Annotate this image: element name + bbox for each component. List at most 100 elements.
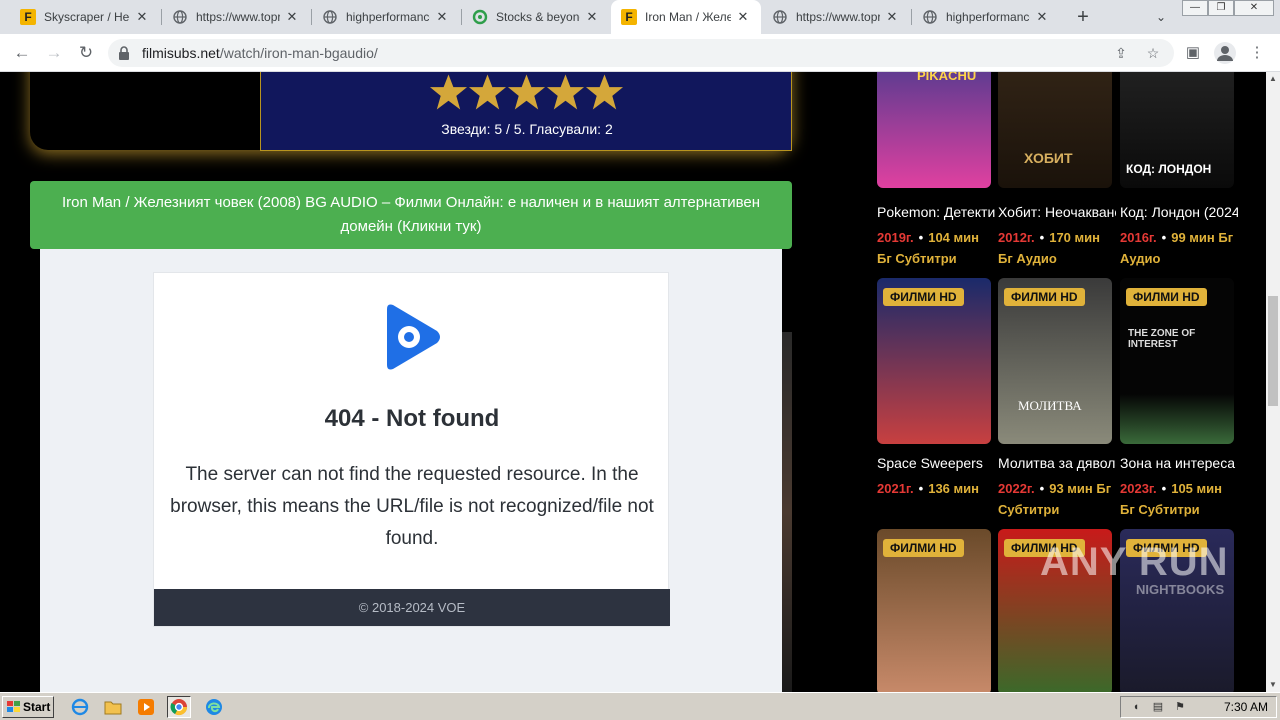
start-label: Start bbox=[23, 700, 51, 714]
close-icon[interactable]: ✕ bbox=[884, 9, 900, 25]
system-tray: ◖ ▤ ⚑ 7:30 AM bbox=[1120, 696, 1277, 718]
restore-button[interactable]: ❐ bbox=[1208, 0, 1234, 16]
menu-kebab-icon[interactable]: ⋮ bbox=[1246, 42, 1268, 64]
error-footer: © 2018-2024 VOE bbox=[154, 589, 670, 626]
filmi-f-icon: F bbox=[621, 9, 637, 25]
close-icon[interactable]: ✕ bbox=[134, 9, 150, 25]
minimize-button[interactable]: — bbox=[1182, 0, 1208, 16]
folder-icon[interactable] bbox=[101, 696, 125, 718]
movie-title[interactable]: Код: Лондон (2024) bbox=[1120, 204, 1238, 220]
filmi-f-icon: F bbox=[20, 9, 36, 25]
voe-play-logo-icon bbox=[387, 304, 440, 370]
watermark-subtext: NIGHTBOOKS bbox=[1136, 582, 1225, 597]
windows-flag-icon bbox=[7, 701, 20, 712]
close-window-button[interactable]: ✕ bbox=[1234, 0, 1274, 16]
movie-poster[interactable]: ФИЛМИ HD bbox=[877, 529, 991, 692]
page-viewport: Звезди: 5 / 5. Гласували: 2 Iron Man / Ж… bbox=[0, 72, 1266, 692]
close-icon[interactable]: ✕ bbox=[735, 9, 751, 25]
tab-title: Stocks & beyond bbox=[496, 10, 580, 24]
alt-domain-notice[interactable]: Iron Man / Железният човек (2008) BG AUD… bbox=[30, 181, 792, 249]
error-card: 404 - Not found The server can not find … bbox=[153, 272, 670, 627]
rating-summary: Звезди: 5 / 5. Гласували: 2 bbox=[441, 121, 613, 137]
movie-title[interactable]: Хобит: Неочаквано пътешествие bbox=[998, 204, 1116, 220]
close-icon[interactable]: ✕ bbox=[284, 9, 300, 25]
forward-button[interactable]: → bbox=[42, 41, 66, 65]
tab-1[interactable]: F Skyscraper / Небостъргач ✕ bbox=[10, 0, 160, 34]
hd-badge: ФИЛМИ HD bbox=[883, 288, 964, 306]
page-scrollbar[interactable]: ▲ ▼ bbox=[1266, 72, 1280, 692]
browser-toolbar: ← → ↻ filmisubs.net/watch/iron-man-bgaud… bbox=[0, 34, 1280, 72]
video-embed: 404 - Not found The server can not find … bbox=[40, 249, 782, 692]
rating-box: Звезди: 5 / 5. Гласували: 2 bbox=[260, 72, 792, 151]
scroll-down-arrow-icon[interactable]: ▼ bbox=[1266, 678, 1280, 692]
tab-4[interactable]: Stocks & beyond ✕ bbox=[462, 0, 610, 34]
tab-title: https://www.topr bbox=[196, 10, 280, 24]
movie-meta: 2021г. • 136 мин bbox=[877, 481, 979, 496]
tab-2[interactable]: https://www.topr ✕ bbox=[162, 0, 310, 34]
star-icon[interactable] bbox=[507, 72, 546, 112]
media-player-icon[interactable] bbox=[134, 696, 158, 718]
close-icon[interactable]: ✕ bbox=[584, 9, 600, 25]
side-panel-icon[interactable]: ▣ bbox=[1182, 42, 1204, 64]
tab-title: Iron Man / Желез bbox=[645, 10, 731, 24]
profile-avatar-icon[interactable] bbox=[1214, 42, 1236, 64]
globe-icon bbox=[772, 9, 788, 25]
close-icon[interactable]: ✕ bbox=[1034, 9, 1050, 25]
globe-icon bbox=[322, 9, 338, 25]
hd-badge: ФИЛМИ HD bbox=[883, 539, 964, 557]
star-icon[interactable] bbox=[585, 72, 624, 112]
rating-stars[interactable] bbox=[429, 72, 624, 112]
hd-badge: ФИЛМИ HD bbox=[1126, 288, 1207, 306]
volume-icon[interactable]: ◖ bbox=[1129, 700, 1143, 714]
star-icon[interactable] bbox=[429, 72, 468, 112]
movie-poster[interactable]: ФИЛМИ HD THE ZONE OF INTEREST bbox=[1120, 278, 1234, 444]
globe-icon bbox=[922, 9, 938, 25]
movie-title[interactable]: Pokemon: Детектив Пикачу bbox=[877, 204, 995, 220]
tab-title: highperformanced bbox=[946, 10, 1030, 24]
bookmark-star-icon[interactable]: ☆ bbox=[1144, 44, 1162, 62]
movie-poster[interactable]: ФИЛМИ HD МОЛИТВА bbox=[998, 278, 1112, 444]
share-icon[interactable]: ⇪ bbox=[1112, 44, 1130, 62]
movie-poster[interactable]: PIKACHU bbox=[877, 72, 991, 188]
backdrop-strip bbox=[782, 332, 792, 692]
movie-title[interactable]: Space Sweepers bbox=[877, 455, 995, 471]
stocks-icon bbox=[472, 9, 488, 25]
hd-badge: ФИЛМИ HD bbox=[1004, 288, 1085, 306]
back-button[interactable]: ← bbox=[10, 41, 34, 65]
movie-meta: 2012г. • 170 мин Бг Аудио bbox=[998, 230, 1100, 266]
ie-icon[interactable] bbox=[68, 696, 92, 718]
network-icon[interactable]: ▤ bbox=[1151, 700, 1165, 714]
lock-icon bbox=[118, 45, 132, 61]
movie-meta: 2019г. • 104 мин Бг Субтитри bbox=[877, 230, 979, 266]
tab-7[interactable]: highperformanced ✕ bbox=[912, 0, 1060, 34]
start-button[interactable]: Start bbox=[2, 696, 54, 718]
close-icon[interactable]: ✕ bbox=[434, 9, 450, 25]
movie-meta: 2023г. • 105 мин Бг Субтитри bbox=[1120, 481, 1222, 517]
tab-6[interactable]: https://www.topr ✕ bbox=[762, 0, 910, 34]
star-icon[interactable] bbox=[468, 72, 507, 112]
flag-notification-icon[interactable]: ⚑ bbox=[1173, 700, 1187, 714]
movie-title[interactable]: Зона на интереса bbox=[1120, 455, 1238, 471]
tab-title: highperformanced bbox=[346, 10, 430, 24]
movie-poster[interactable]: ФИЛМИ HD bbox=[877, 278, 991, 444]
tab-search-chevron-icon[interactable]: ⌄ bbox=[1152, 8, 1170, 26]
clock: 7:30 AM bbox=[1223, 700, 1268, 714]
chrome-icon[interactable] bbox=[167, 696, 191, 718]
new-tab-button[interactable]: + bbox=[1072, 6, 1094, 28]
star-icon[interactable] bbox=[546, 72, 585, 112]
url-text: filmisubs.net/watch/iron-man-bgaudio/ bbox=[142, 45, 378, 61]
tab-5-active[interactable]: F Iron Man / Желез ✕ bbox=[611, 0, 761, 34]
movie-title[interactable]: Молитва за дявола bbox=[998, 455, 1116, 471]
movie-poster[interactable]: ХОБИТ bbox=[998, 72, 1112, 188]
edge-icon[interactable] bbox=[202, 696, 226, 718]
movie-meta: 2016г. • 99 мин Бг Аудио bbox=[1120, 230, 1234, 266]
scroll-up-arrow-icon[interactable]: ▲ bbox=[1266, 72, 1280, 86]
error-title: 404 - Not found bbox=[324, 405, 500, 432]
reload-button[interactable]: ↻ bbox=[74, 41, 98, 65]
tab-3[interactable]: highperformanced ✕ bbox=[312, 0, 460, 34]
movie-poster[interactable]: КОД: ЛОНДОН bbox=[1120, 72, 1234, 188]
address-bar[interactable]: filmisubs.net/watch/iron-man-bgaudio/ ⇪ … bbox=[108, 39, 1174, 67]
movie-meta: 2022г. • 93 мин Бг Субтитри bbox=[998, 481, 1112, 517]
scrollbar-thumb[interactable] bbox=[1268, 296, 1278, 406]
tab-strip: F Skyscraper / Небостъргач ✕ https://www… bbox=[0, 0, 1280, 34]
